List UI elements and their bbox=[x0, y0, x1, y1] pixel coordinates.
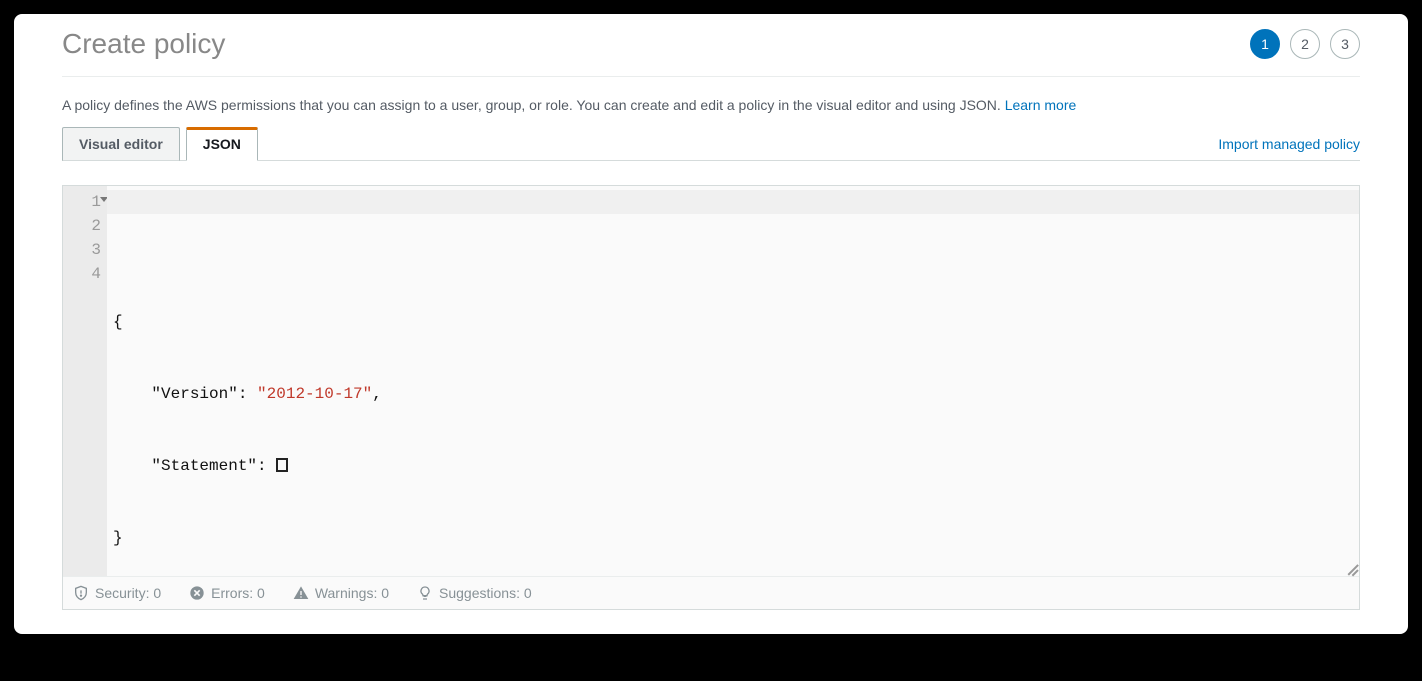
json-editor[interactable]: 1 2 3 4 { "Version": "2012-10-17", "Stat… bbox=[63, 186, 1359, 576]
code-line: { bbox=[113, 310, 1359, 334]
code-line: "Version": "2012-10-17", bbox=[113, 382, 1359, 406]
gutter-line: 2 bbox=[63, 214, 107, 238]
learn-more-link[interactable]: Learn more bbox=[1005, 97, 1077, 113]
policy-description: A policy defines the AWS permissions tha… bbox=[62, 97, 1360, 113]
gutter-line: 3 bbox=[63, 238, 107, 262]
import-managed-policy-link[interactable]: Import managed policy bbox=[1218, 136, 1360, 152]
divider bbox=[62, 76, 1360, 77]
tabs-row: Visual editor JSON Import managed policy bbox=[62, 127, 1360, 161]
editor-tabs: Visual editor JSON bbox=[62, 127, 258, 161]
shield-icon bbox=[73, 585, 89, 601]
code-line: } bbox=[113, 526, 1359, 550]
header: Create policy 1 2 3 bbox=[62, 24, 1360, 60]
code-content: { "Version": "2012-10-17", "Statement": … bbox=[113, 262, 1359, 598]
step-3[interactable]: 3 bbox=[1330, 29, 1360, 59]
step-indicator: 1 2 3 bbox=[1250, 29, 1360, 59]
active-line-highlight bbox=[107, 190, 1359, 214]
code-line: "Statement": bbox=[113, 454, 1359, 478]
description-text: A policy defines the AWS permissions tha… bbox=[62, 97, 1005, 113]
step-1[interactable]: 1 bbox=[1250, 29, 1280, 59]
create-policy-page: Create policy 1 2 3 A policy defines the… bbox=[14, 14, 1408, 634]
step-2[interactable]: 2 bbox=[1290, 29, 1320, 59]
tab-json[interactable]: JSON bbox=[186, 127, 258, 161]
empty-array-icon bbox=[276, 458, 288, 472]
resize-handle-icon[interactable] bbox=[1343, 560, 1357, 574]
json-editor-container: 1 2 3 4 { "Version": "2012-10-17", "Stat… bbox=[62, 185, 1360, 610]
gutter-line: 4 bbox=[63, 262, 107, 286]
tab-visual-editor[interactable]: Visual editor bbox=[62, 127, 180, 161]
gutter-line: 1 bbox=[63, 190, 107, 214]
editor-code[interactable]: { "Version": "2012-10-17", "Statement": … bbox=[107, 186, 1359, 576]
editor-gutter: 1 2 3 4 bbox=[63, 186, 107, 576]
page-title: Create policy bbox=[62, 28, 225, 60]
